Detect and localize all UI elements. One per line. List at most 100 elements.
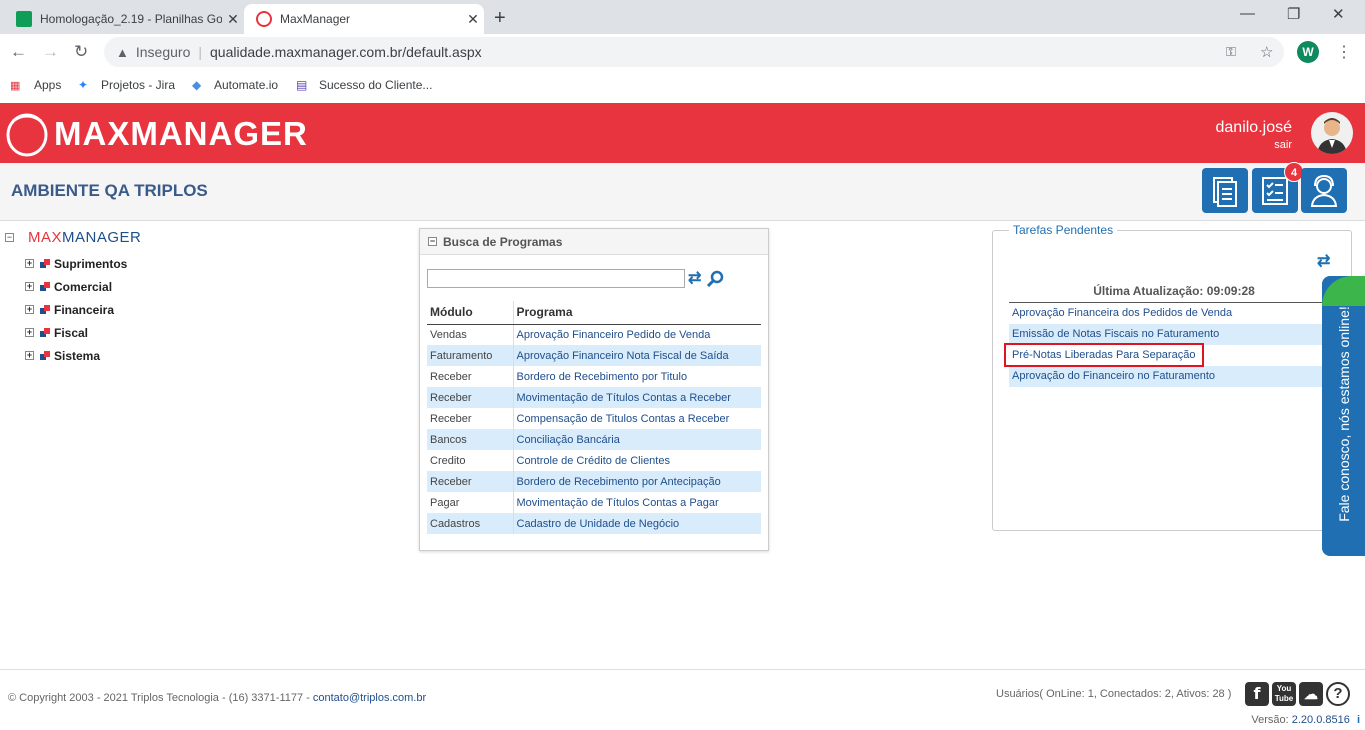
tree-item-fiscal[interactable]: + Fiscal [25,321,141,344]
contact-email-link[interactable]: contato@triplos.com.br [313,692,426,704]
table-row[interactable]: Vendas Aprovação Financeiro Pedido de Ven… [427,324,761,345]
table-row[interactable]: Receber Movimentação de Títulos Contas a … [427,387,761,408]
chat-widget[interactable]: Fale conosco, nós estamos online! [1322,276,1365,556]
module-icon [40,350,50,361]
column-header-module: Módulo [427,301,514,325]
expand-icon[interactable]: + [25,328,34,337]
reload-icon[interactable]: ↻ [74,42,88,62]
tasks-button[interactable]: 4 [1252,162,1304,213]
module-icon [40,304,50,315]
documents-button[interactable] [1202,168,1248,213]
bookmark-sucesso[interactable]: Sucesso do Cliente... [319,78,432,92]
module-cell: Credito [427,450,514,471]
profile-avatar[interactable]: W [1297,41,1319,63]
program-link[interactable]: Compensação de Titulos Contas a Receber [513,408,761,429]
close-icon[interactable]: ✕ [462,11,484,28]
close-window-icon[interactable]: ✕ [1332,5,1345,23]
table-row[interactable]: Receber Bordero de Recebimento por Titulo [427,366,761,387]
program-link[interactable]: Bordero de Recebimento por Antecipação [513,471,761,492]
search-icon[interactable] [707,270,724,287]
expand-icon[interactable]: + [25,351,34,360]
program-link[interactable]: Aprovação Financeiro Pedido de Venda [513,324,761,345]
info-icon[interactable]: i [1357,714,1360,726]
menu-icon[interactable]: ⋮ [1336,42,1352,62]
logo-icon [6,113,48,157]
cloud-icon[interactable]: ☁ [1299,682,1323,706]
table-row[interactable]: Credito Controle de Crédito de Clientes [427,450,761,471]
module-icon [40,327,50,338]
tree-item-suprimentos[interactable]: + Suprimentos [25,252,141,275]
expand-icon[interactable]: + [25,282,34,291]
minimize-icon[interactable]: — [1240,5,1255,22]
refresh-icon[interactable]: ⇄ [688,268,701,288]
collapse-icon[interactable]: − [5,232,14,242]
tree-root-logo-manager: MANAGER [62,228,142,246]
close-icon[interactable]: ✕ [222,11,244,28]
program-link[interactable]: Bordero de Recebimento por Titulo [513,366,761,387]
program-link[interactable]: Aprovação Financeiro Nota Fiscal de Saíd… [513,345,761,366]
bookmark-jira[interactable]: Projetos - Jira [101,78,175,92]
bookmarks-bar: ▦ Apps ✦ Projetos - Jira ◆ Automate.io ▤… [0,70,1365,103]
program-link[interactable]: Controle de Crédito de Clientes [513,450,761,471]
browser-tab-sheets[interactable]: Homologação_2.19 - Planilhas Go ✕ [4,4,244,34]
collapse-icon[interactable]: − [428,237,437,246]
version-number: 2.20.0.8516 [1291,714,1350,726]
refresh-icon[interactable]: ⇄ [1317,251,1330,271]
program-link[interactable]: Conciliação Bancária [513,429,761,450]
table-row[interactable]: Faturamento Aprovação Financeiro Nota Fis… [427,345,761,366]
program-link[interactable]: Movimentação de Títulos Contas a Receber [513,387,761,408]
avatar[interactable] [1311,112,1353,154]
browser-tab-maxmanager[interactable]: MaxManager ✕ [244,4,484,34]
tree-item-label: Sistema [54,348,101,363]
forward-icon[interactable]: → [42,42,59,62]
table-row[interactable]: Receber Compensação de Titulos Contas a R… [427,408,761,429]
facebook-icon[interactable]: f [1245,682,1269,706]
username: danilo.josé [1215,119,1293,136]
logout-link[interactable]: sair [1216,139,1292,151]
tree-root-logo: MAXMANAGER [28,229,141,246]
task-link[interactable]: Aprovação Financeira dos Pedidos de Vend… [1009,303,1339,324]
jira-icon: ✦ [78,78,89,92]
expand-icon[interactable]: + [25,305,34,314]
environment-title: AMBIENTE QA TRIPLOS [11,181,208,200]
support-button[interactable] [1301,168,1347,213]
module-cell: Cadastros [427,513,514,534]
tree-root[interactable]: − MAXMANAGER [5,228,141,246]
new-tab-icon[interactable]: + [494,7,506,30]
maximize-icon[interactable]: ❐ [1287,5,1300,23]
task-link[interactable]: Aprovação do Financeiro no Faturamento [1009,366,1339,387]
table-row[interactable]: Bancos Conciliação Bancária [427,429,761,450]
module-cell: Bancos [427,429,514,450]
youtube-icon[interactable]: You Tube [1272,682,1296,706]
program-table: Módulo Programa Vendas Aprovação Financei… [427,301,761,534]
support-agent-icon [1310,174,1338,207]
module-cell: Pagar [427,492,514,513]
tree-item-comercial[interactable]: + Comercial [25,275,141,298]
task-link[interactable]: Emissão de Notas Fiscais no Faturamento [1009,324,1339,345]
tree-item-financeira[interactable]: + Financeira [25,298,141,321]
copyright-text: © Copyright 2003 - 2021 Triplos Tecnolog… [8,692,313,704]
pending-tasks-panel: Tarefas Pendentes ⇄ Última Atualização: … [992,223,1352,531]
key-icon[interactable]: ⚿ [1226,44,1236,60]
omnibox[interactable]: ▲ Inseguro | qualidade.maxmanager.com.br… [104,37,1284,67]
table-row[interactable]: Cadastros Cadastro de Unidade de Negócio [427,513,761,534]
tree-root-logo-max: MAX [28,228,63,246]
tree-item-sistema[interactable]: + Sistema [25,344,141,367]
drop-icon: ◆ [192,78,202,92]
tab-title: Homologação_2.19 - Planilhas Go [40,12,222,26]
program-link[interactable]: Movimentação de Títulos Contas a Pagar [513,492,761,513]
bookmark-automate[interactable]: Automate.io [214,78,278,92]
module-cell: Receber [427,408,514,429]
table-row[interactable]: Receber Bordero de Recebimento por Anteci… [427,471,761,492]
table-row[interactable]: Pagar Movimentação de Títulos Contas a Pa… [427,492,761,513]
bookmark-apps[interactable]: Apps [34,78,61,92]
star-icon[interactable]: ☆ [1260,43,1273,61]
expand-icon[interactable]: + [25,259,34,268]
url-text: qualidade.maxmanager.com.br/default.aspx [210,44,482,60]
back-icon[interactable]: ← [10,42,27,62]
program-search-input[interactable] [427,269,685,288]
program-link[interactable]: Cadastro de Unidade de Negócio [513,513,761,534]
help-icon[interactable]: ? [1326,682,1350,706]
documents-icon [1213,177,1237,207]
column-header-program: Programa [513,301,761,325]
